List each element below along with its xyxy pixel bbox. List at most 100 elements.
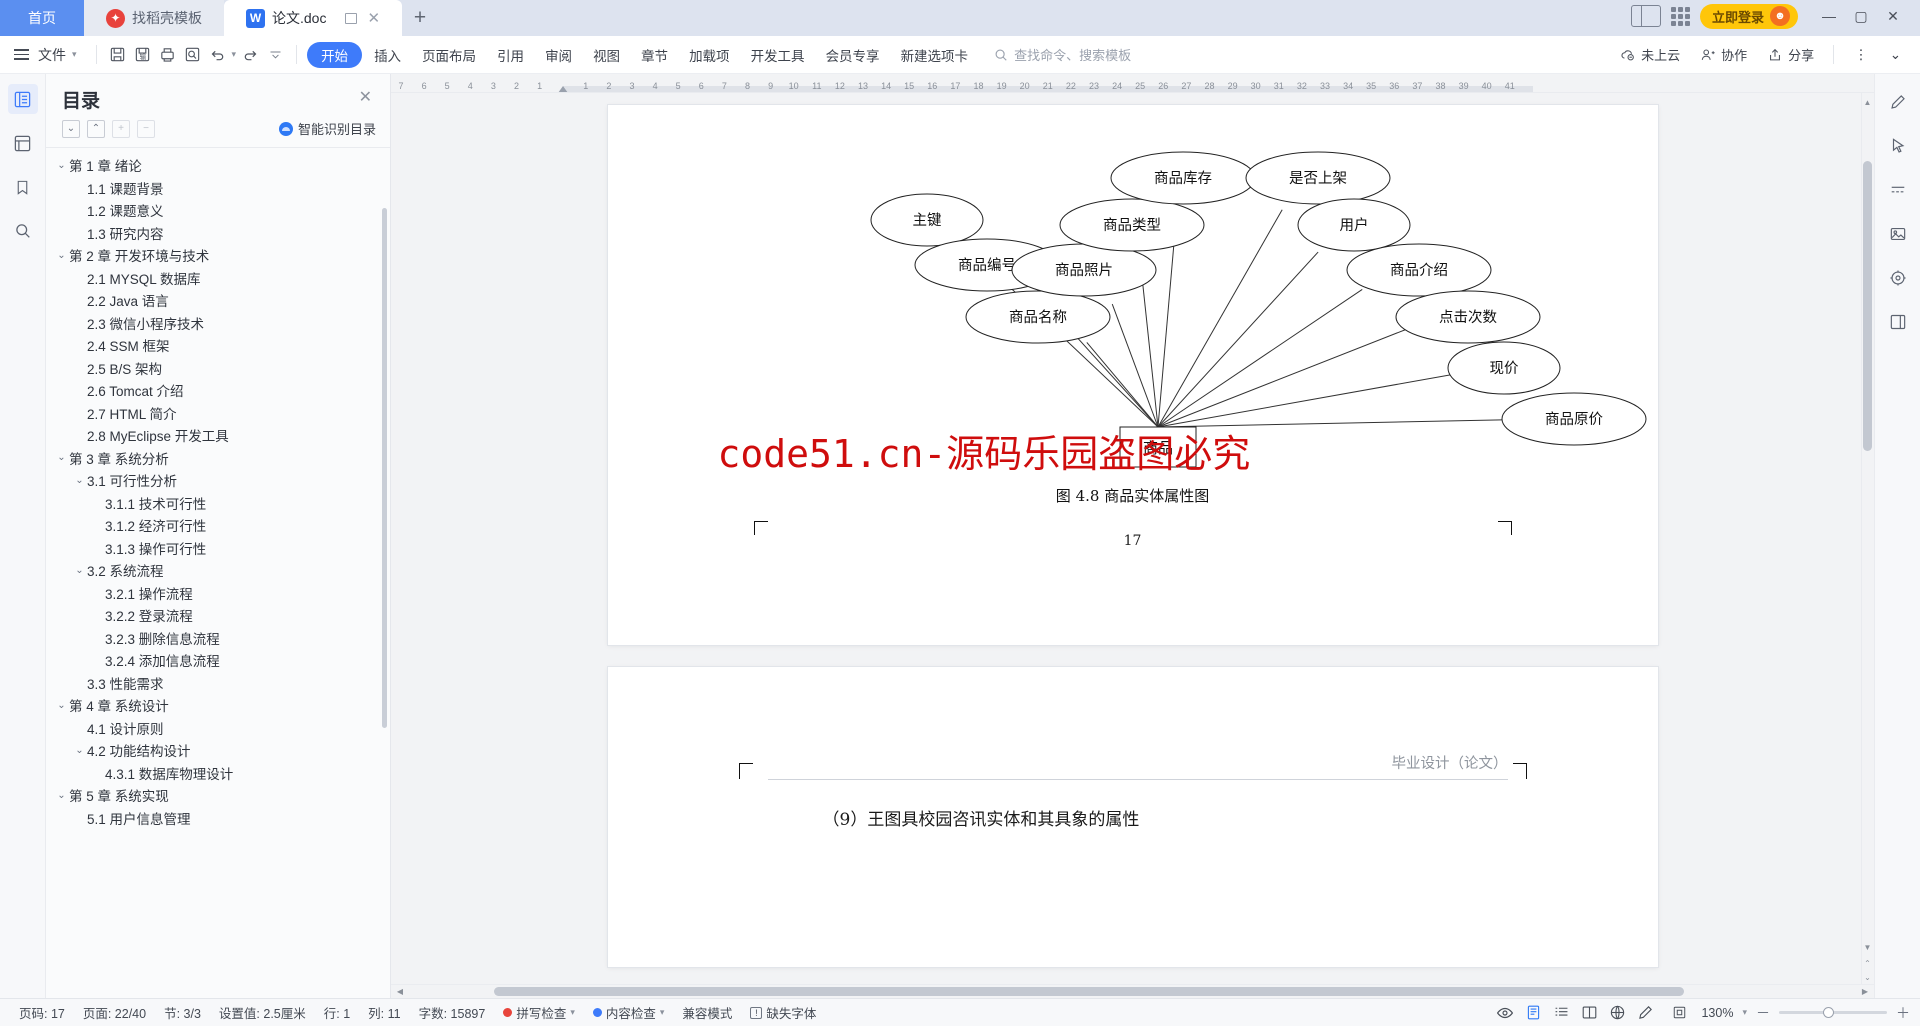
tab-developer-tools[interactable]: 开发工具 (742, 42, 814, 68)
ribbon-collapse-button[interactable]: ⌄ (1881, 42, 1910, 68)
er-attribute-node[interactable]: 用户 (1297, 198, 1410, 252)
rail-search-icon[interactable] (8, 216, 38, 246)
chevron-down-icon[interactable]: ⌄ (72, 565, 87, 576)
status-col[interactable]: 列: 11 (359, 1003, 409, 1022)
outline-item[interactable]: ⌄ 第 1 章 绪论 (46, 154, 390, 177)
save-icon[interactable] (107, 44, 129, 66)
chevron-down-icon[interactable]: ⌄ (54, 790, 69, 801)
tab-insert[interactable]: 插入 (365, 42, 410, 68)
locate-icon[interactable] (1883, 264, 1913, 292)
close-tab-icon[interactable]: ✕ (367, 11, 380, 26)
outline-list[interactable]: ⌄ 第 1 章 绪论 1.1 课题背景 1.2 课题意义 1.3 研究内容 ⌄ 第 2 章 … (46, 147, 390, 998)
tab-member-exclusive[interactable]: 会员专享 (817, 42, 889, 68)
er-attribute-node[interactable]: 现价 (1447, 341, 1560, 395)
redo-icon[interactable] (239, 44, 261, 66)
login-button[interactable]: 立即登录 ☻ (1699, 3, 1798, 29)
er-attribute-node[interactable]: 商品名称 (965, 290, 1110, 344)
horizontal-ruler[interactable]: 7 6 5 4 3 2 1 1 2 3 4 5 6 7 8 9 10 11 12 13 14 15 16 17 18 19 20 21… (391, 74, 1874, 93)
outline-item[interactable]: 3.1.1 技术可行性 (46, 492, 390, 515)
outline-item[interactable]: 3.2.3 删除信息流程 (46, 627, 390, 650)
zoom-slider[interactable] (1779, 1007, 1887, 1018)
status-row[interactable]: 行: 1 (315, 1003, 359, 1022)
horizontal-scrollbar[interactable]: ◀ ▶ (391, 984, 1874, 998)
print-preview-icon[interactable] (182, 44, 204, 66)
outline-item[interactable]: 1.2 课题意义 (46, 199, 390, 222)
tab-start[interactable]: 开始 (307, 41, 363, 68)
er-attribute-node[interactable]: 主键 (870, 193, 983, 247)
er-attribute-node[interactable]: 点击次数 (1395, 290, 1540, 344)
chevron-down-icon[interactable]: ▾ (1742, 1007, 1747, 1018)
status-word-count[interactable]: 字数: 15897 (410, 1003, 495, 1022)
close-button[interactable]: ✕ (1878, 3, 1908, 29)
prev-page-icon[interactable]: ⌃ (1862, 956, 1873, 970)
collaborate-button[interactable]: 协作 (1692, 45, 1755, 64)
zoom-slider-knob[interactable] (1823, 1007, 1834, 1018)
zoom-out-button[interactable]: － (1756, 1003, 1770, 1023)
horizontal-scrollbar-thumb[interactable] (494, 987, 1684, 996)
scroll-up-icon[interactable]: ▲ (1862, 95, 1873, 109)
status-page-code[interactable]: 页码: 17 (10, 1003, 74, 1022)
er-attribute-node[interactable]: 商品介绍 (1346, 243, 1491, 297)
chevron-down-icon[interactable]: ⌄ (72, 745, 87, 756)
print-layout-view-icon[interactable] (1520, 1002, 1546, 1024)
annotate-icon[interactable] (1632, 1002, 1658, 1024)
outline-item[interactable]: 3.2.1 操作流程 (46, 582, 390, 605)
demote-button[interactable]: − (137, 119, 155, 138)
expand-all-button[interactable]: ⌄ (62, 119, 80, 138)
select-cursor-icon[interactable] (1883, 132, 1913, 160)
outline-scrollbar-thumb[interactable] (382, 208, 387, 728)
tab-review[interactable]: 审阅 (536, 42, 581, 68)
outline-item[interactable]: ⌄ 4.2 功能结构设计 (46, 739, 390, 762)
split-view-icon[interactable] (1630, 5, 1661, 27)
status-spellcheck[interactable]: 拼写检查 ▾ (494, 1003, 584, 1022)
outline-item[interactable]: ⌄ 3.1 可行性分析 (46, 469, 390, 492)
tab-addins[interactable]: 加载项 (680, 42, 739, 68)
zoom-in-button[interactable]: ＋ (1896, 1003, 1910, 1023)
er-attribute-node[interactable]: 商品原价 (1501, 392, 1646, 446)
save-as-icon[interactable]: 输 (132, 44, 154, 66)
outline-item[interactable]: 3.1.2 经济可行性 (46, 514, 390, 537)
status-sections[interactable]: 节: 3/3 (155, 1003, 210, 1022)
next-page-icon[interactable]: ⌄ (1862, 970, 1873, 984)
rail-sections-icon[interactable] (8, 128, 38, 158)
command-search[interactable]: 查找命令、搜索模板 (994, 45, 1131, 64)
outline-item[interactable]: 1.3 研究内容 (46, 222, 390, 245)
scroll-right-icon[interactable]: ▶ (1858, 987, 1872, 996)
quick-access-more-icon[interactable] (264, 44, 286, 66)
outline-item[interactable]: 2.6 Tomcat 介绍 (46, 379, 390, 402)
undo-dropdown-icon[interactable]: ▾ (232, 49, 237, 60)
outline-item[interactable]: 2.5 B/S 架构 (46, 357, 390, 380)
er-attribute-node[interactable]: 商品库存 (1110, 151, 1255, 205)
share-button[interactable]: 分享 (1759, 45, 1822, 64)
rail-outline-icon[interactable] (7, 84, 38, 114)
minimize-button[interactable]: — (1814, 3, 1844, 29)
outline-item[interactable]: 4.3.1 数据库物理设计 (46, 762, 390, 785)
status-compat-mode[interactable]: 兼容模式 (673, 1003, 741, 1022)
new-tab-button[interactable]: + (402, 0, 438, 36)
outline-item[interactable]: 2.1 MYSQL 数据库 (46, 267, 390, 290)
outline-item[interactable]: 3.2.2 登录流程 (46, 604, 390, 627)
undo-icon[interactable] (207, 44, 229, 66)
rail-bookmark-icon[interactable] (8, 172, 38, 202)
outline-item[interactable]: 4.1 设计原则 (46, 717, 390, 740)
outline-item[interactable]: 2.3 微信小程序技术 (46, 312, 390, 335)
chevron-down-icon[interactable]: ⌄ (54, 700, 69, 711)
ribbon-more-button[interactable]: ⋮ (1845, 42, 1877, 68)
document-page-2[interactable]: 毕业设计（论文） （9）王图具校园咨讯实体和其具象的属性 (607, 667, 1658, 967)
outline-item[interactable]: 2.2 Java 语言 (46, 289, 390, 312)
line-style-icon[interactable] (1883, 176, 1913, 204)
image-tool-icon[interactable] (1883, 220, 1913, 248)
outline-item[interactable]: 3.2.4 添加信息流程 (46, 649, 390, 672)
outline-view-icon[interactable] (1548, 1002, 1574, 1024)
outline-item[interactable]: ⌄ 第 2 章 开发环境与技术 (46, 244, 390, 267)
vertical-scrollbar-thumb[interactable] (1863, 161, 1872, 451)
tab-page-layout[interactable]: 页面布局 (413, 42, 485, 68)
er-attribute-node[interactable]: 商品类型 (1059, 198, 1204, 252)
outline-item[interactable]: ⌄ 第 5 章 系统实现 (46, 784, 390, 807)
tab-new-tab[interactable]: 新建选项卡 (892, 42, 978, 68)
er-attribute-node[interactable]: 是否上架 (1245, 151, 1390, 205)
file-menu-button[interactable]: 文件 ▾ (10, 42, 86, 68)
scroll-down-icon[interactable]: ▼ (1862, 940, 1873, 954)
outline-item[interactable]: 1.1 课题背景 (46, 177, 390, 200)
outline-item[interactable]: 3.1.3 操作可行性 (46, 537, 390, 560)
